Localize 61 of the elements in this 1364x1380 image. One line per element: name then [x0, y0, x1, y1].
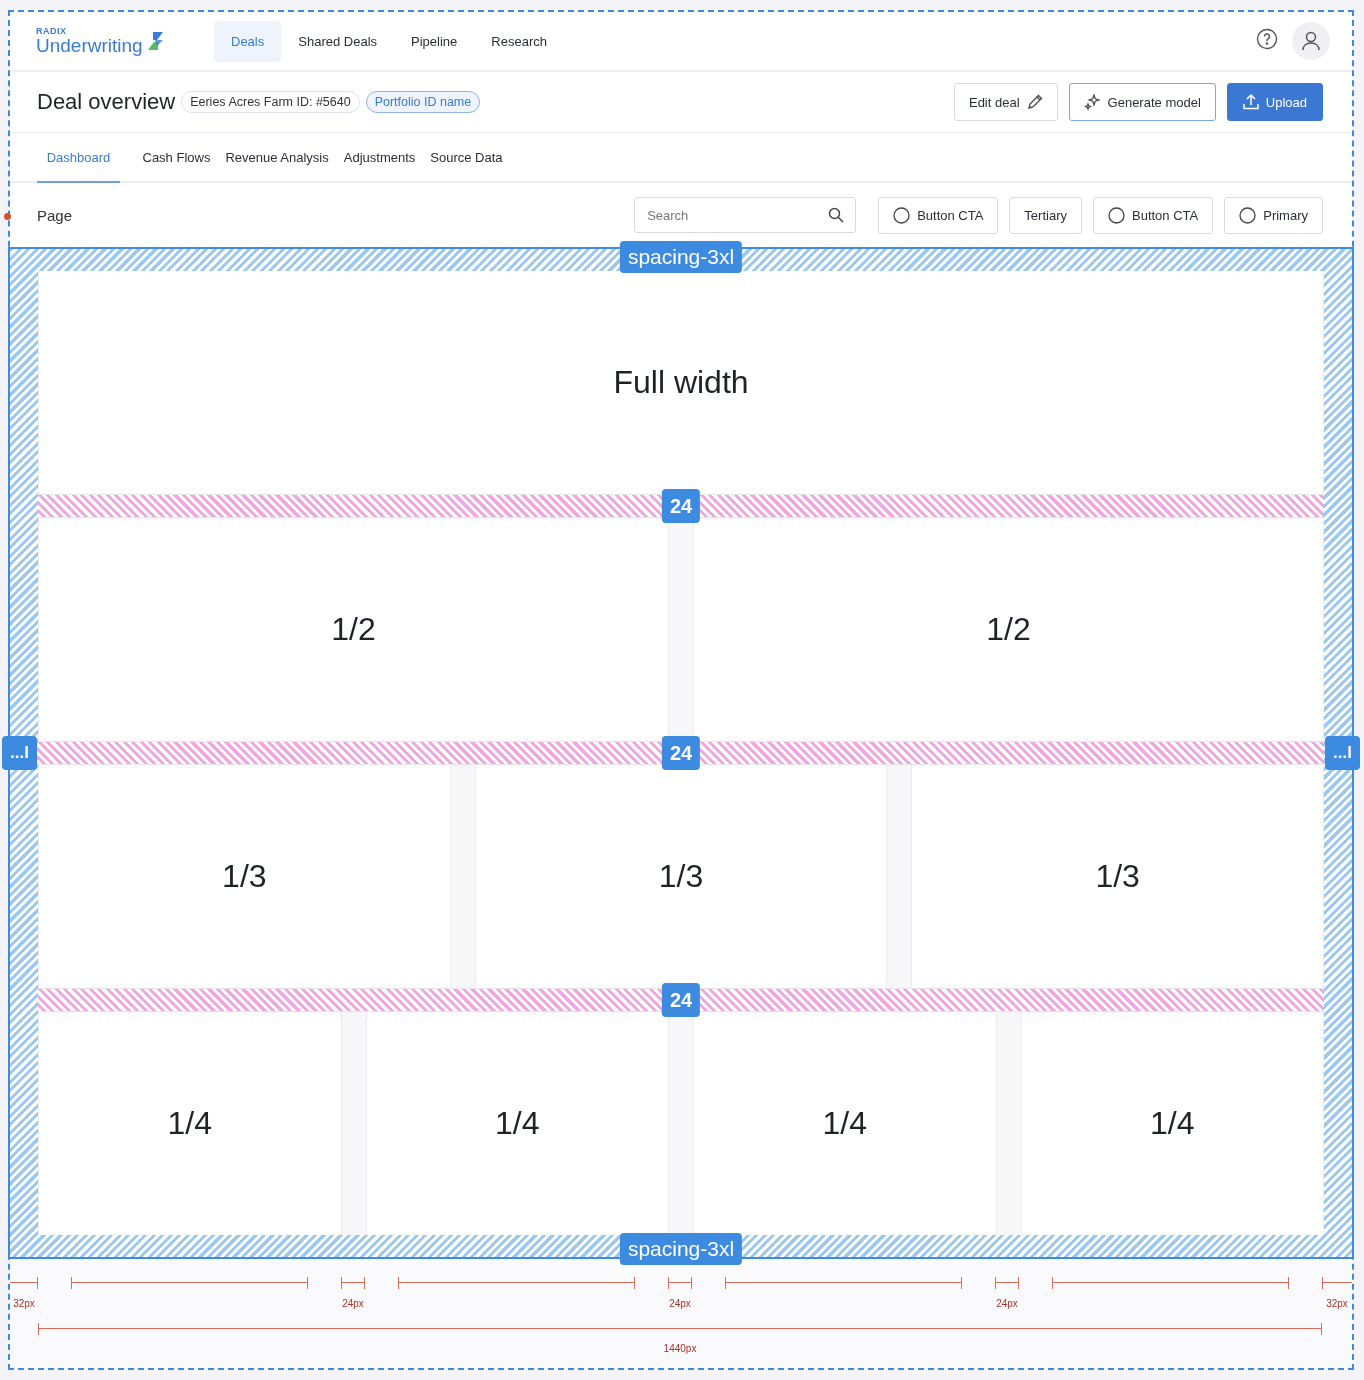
search-icon — [828, 207, 845, 223]
circle-icon — [893, 206, 911, 224]
search-field[interactable]: Search — [634, 197, 857, 233]
nav-tab[interactable]: Deals — [214, 20, 282, 62]
side-badge: ...l — [1325, 736, 1360, 770]
help-icon[interactable] — [1256, 28, 1278, 50]
layout-cell: 1/3 — [911, 765, 1324, 988]
tab[interactable]: Source Data — [422, 133, 511, 183]
layout-cell: 1/3 — [474, 765, 888, 988]
portfolio-chip: Portfolio ID name — [365, 91, 481, 113]
layout-cell: 1/4 — [365, 1012, 669, 1235]
dimension-label: 1440px — [663, 1343, 697, 1354]
spacing-badge: 24 — [661, 489, 701, 523]
toolbar-button[interactable]: Tertiary — [1009, 196, 1082, 234]
marker-dot — [4, 213, 11, 220]
pencil-icon — [1026, 94, 1043, 110]
dimension-label: 24px — [669, 1298, 691, 1309]
circle-icon — [1108, 206, 1125, 224]
tab[interactable]: Cash Flows — [135, 133, 218, 183]
brand-name: Underwriting — [36, 36, 143, 55]
user-icon — [1300, 30, 1322, 52]
upload-icon — [1242, 94, 1259, 110]
dimension-label: 32px — [1326, 1298, 1348, 1309]
upload-button[interactable]: Upload — [1226, 83, 1323, 121]
dimension-label: 24px — [996, 1298, 1018, 1309]
layout-cell: Full width — [38, 271, 1324, 494]
dimension-label: 32px — [13, 1298, 35, 1309]
circle-icon — [1239, 206, 1257, 224]
tab[interactable]: Adjustments — [336, 133, 423, 183]
nav-tab[interactable]: Shared Deals — [281, 20, 395, 62]
side-badge: ...l — [2, 736, 37, 770]
spacing-badge: spacing-3xl — [619, 1233, 743, 1265]
dimension-line — [341, 1277, 365, 1289]
tab[interactable]: Dashboard — [37, 133, 120, 183]
dimension-line — [10, 1277, 38, 1289]
dimension-line — [1322, 1277, 1352, 1289]
spacing-badge: spacing-3xl — [619, 241, 743, 273]
generate-model-button[interactable]: Generate model — [1068, 83, 1216, 121]
layout-cell: 1/4 — [38, 1012, 342, 1235]
layout-cell: 1/4 — [693, 1012, 997, 1235]
layout-cell: 1/2 — [693, 518, 1324, 741]
spacing-badge: 24 — [661, 983, 701, 1017]
brand-small-text: RADIX — [36, 27, 68, 36]
toolbar-button[interactable]: Button CTA — [878, 196, 999, 234]
dimension-label: 24px — [342, 1298, 364, 1309]
page-label: Page — [37, 206, 74, 224]
dimension-line — [668, 1277, 692, 1289]
edit-deal-button[interactable]: Edit deal — [953, 83, 1058, 121]
toolbar-button[interactable]: Primary — [1224, 196, 1323, 234]
tab[interactable]: Revenue Analysis — [217, 133, 337, 183]
toolbar-button[interactable]: Button CTA — [1093, 196, 1214, 234]
sparkle-icon — [1083, 93, 1101, 111]
layout-cell: 1/2 — [38, 518, 669, 741]
layout-cell: 1/4 — [1020, 1012, 1324, 1235]
nav-tab[interactable]: Pipeline — [394, 20, 475, 62]
dimension-line — [995, 1277, 1019, 1289]
nav-tab[interactable]: Research — [474, 20, 564, 62]
page-title: Deal overview — [37, 89, 176, 115]
spacing-badge: 24 — [661, 736, 701, 770]
avatar-button[interactable] — [1292, 22, 1330, 60]
layout-cell: 1/3 — [38, 765, 451, 988]
